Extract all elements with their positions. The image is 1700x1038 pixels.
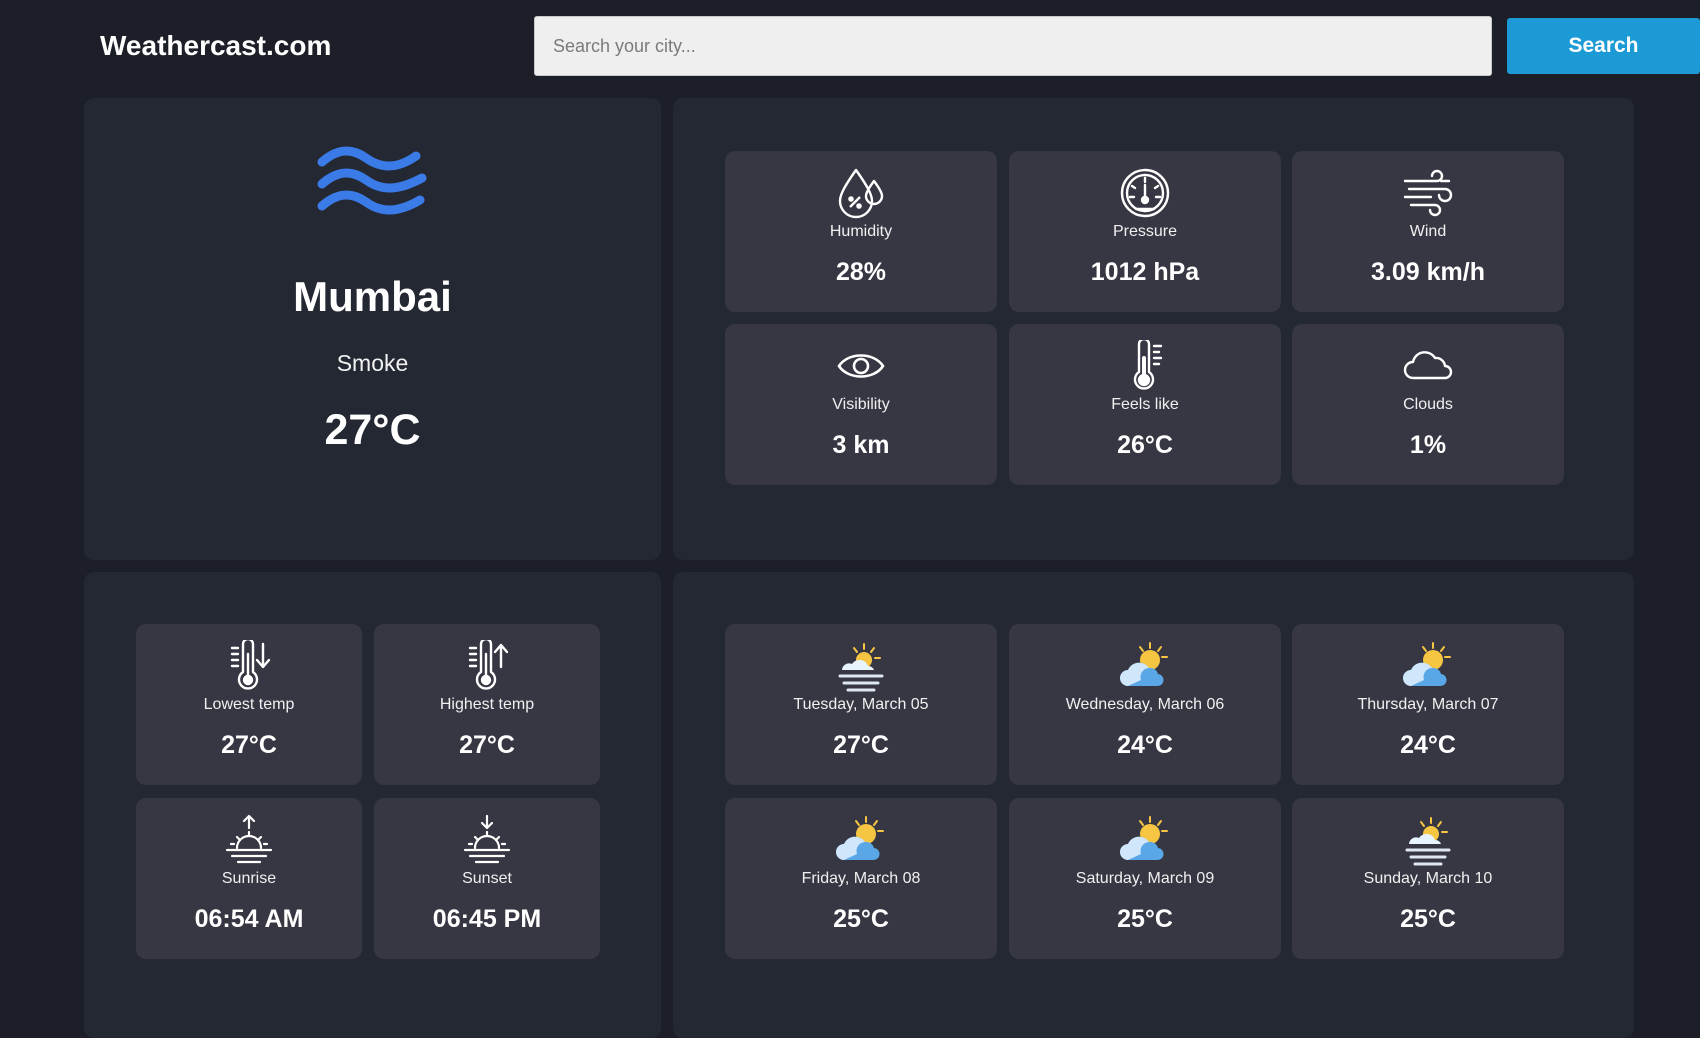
tile-label: Sunrise [221,870,277,887]
forecast-card: Sunday, March 10 25°C [1292,798,1564,959]
tile-value: 06:45 PM [432,905,542,933]
sun-haze-icon [838,643,884,692]
tile-label: Clouds [1403,396,1453,413]
lowest-temp-card: Lowest temp 27°C [136,624,362,785]
tile-label: Pressure [1112,223,1178,240]
forecast-temp: 25°C [1400,905,1456,933]
forecast-day: Thursday, March 07 [1357,696,1499,713]
sunset-icon [463,814,511,864]
sunrise-card: Sunrise 06:54 AM [136,798,362,959]
tile-value: 27°C [459,731,515,759]
forecast-temp: 24°C [1400,731,1456,759]
pressure-gauge-icon [1120,168,1170,218]
forecast-day: Tuesday, March 05 [793,696,929,713]
tile-value: 28% [835,258,887,286]
tile-value: 3 km [832,431,890,459]
forecast-day: Wednesday, March 06 [1065,696,1225,713]
forecast-temp: 24°C [1117,731,1173,759]
weather-condition: Smoke [336,350,409,376]
eye-icon [837,354,885,378]
thermometer-down-icon [230,640,271,690]
wind-waves-icon [317,146,427,215]
partly-cloudy-icon [836,816,884,861]
sunset-card: Sunset 06:45 PM [374,798,600,959]
humidity-icon [838,168,884,219]
site-logo[interactable]: Weathercast.com [100,30,331,62]
humidity-card: Humidity 28% [725,151,997,312]
forecast-card: Wednesday, March 06 24°C [1009,624,1281,785]
tile-label: Feels like [1111,396,1179,413]
tile-value: 06:54 AM [194,905,304,933]
forecast-day: Saturday, March 09 [1075,870,1215,887]
sun-haze-icon [1405,817,1451,866]
current-temperature: 27°C [324,406,421,454]
tile-label: Lowest temp [203,696,295,713]
tile-value: 1% [1409,431,1447,459]
city-name: Mumbai [293,273,452,320]
tile-value: 26°C [1117,431,1173,459]
tile-label: Highest temp [439,696,535,713]
forecast-temp: 25°C [1117,905,1173,933]
forecast-day: Sunday, March 10 [1363,870,1493,887]
wind-icon [1403,169,1453,217]
clouds-card: Clouds 1% [1292,324,1564,485]
feels-like-card: Feels like 26°C [1009,324,1281,485]
wind-card: Wind 3.09 km/h [1292,151,1564,312]
forecast-temp: 25°C [833,905,889,933]
tile-value: 27°C [221,731,277,759]
tile-value: 1012 hPa [1090,258,1200,286]
forecast-day: Friday, March 08 [801,870,921,887]
partly-cloudy-icon [1120,642,1168,687]
partly-cloudy-icon [1403,642,1451,687]
forecast-card: Saturday, March 09 25°C [1009,798,1281,959]
tile-label: Sunset [462,870,512,887]
tile-value: 3.09 km/h [1371,258,1485,286]
tile-label: Wind [1409,223,1447,240]
forecast-card: Friday, March 08 25°C [725,798,997,959]
highest-temp-card: Highest temp 27°C [374,624,600,785]
sunrise-icon [225,814,273,864]
forecast-card: Thursday, March 07 24°C [1292,624,1564,785]
tile-label: Visibility [832,396,890,413]
cloud-icon [1403,351,1453,380]
tile-label: Humidity [829,223,893,240]
search-button[interactable]: Search [1507,18,1700,74]
thermometer-icon [1133,340,1163,390]
pressure-card: Pressure 1012 hPa [1009,151,1281,312]
forecast-temp: 27°C [833,731,889,759]
forecast-card: Tuesday, March 05 27°C [725,624,997,785]
search-input[interactable] [534,16,1492,76]
partly-cloudy-icon [1120,816,1168,861]
thermometer-up-icon [468,640,509,690]
visibility-card: Visibility 3 km [725,324,997,485]
